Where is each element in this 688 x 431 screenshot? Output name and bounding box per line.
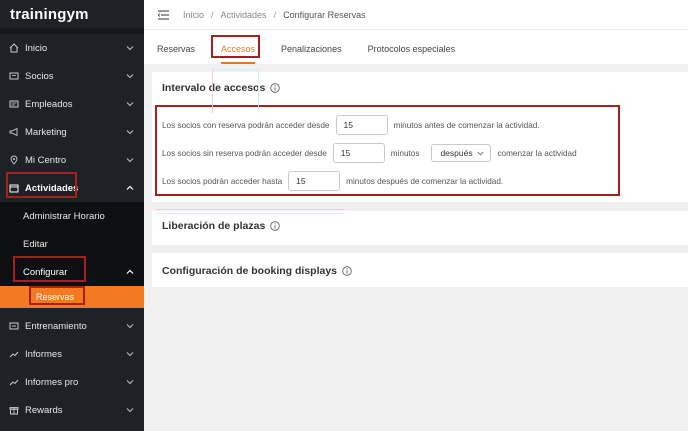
chevron-down-icon: [126, 74, 134, 79]
sidebar-subitem-configurar[interactable]: Configurar: [0, 258, 144, 286]
info-icon[interactable]: [270, 83, 281, 93]
chevron-down-icon: [478, 151, 484, 155]
sidebar-item-label: Entrenamiento: [25, 320, 87, 332]
breadcrumb-separator: /: [211, 9, 214, 20]
chevron-down-icon: [126, 352, 134, 357]
gift-icon: [8, 404, 20, 416]
sidebar-item-mi-centro[interactable]: Mi Centro: [0, 146, 144, 174]
tab-protocolos-especiales[interactable]: Protocolos especiales: [368, 44, 456, 64]
sidebar-subitem-reservas[interactable]: Reservas: [0, 286, 144, 308]
sin-reserva-minutes-input[interactable]: [332, 143, 385, 163]
id-card-icon: [8, 70, 20, 82]
row-con-reserva: Los socios con reserva podrán acceder de…: [162, 111, 678, 139]
tab-reservas[interactable]: Reservas: [157, 44, 195, 64]
booking-displays-title[interactable]: Configuración de booking displays: [162, 265, 678, 277]
sidebar-item-actividades[interactable]: Actividades: [0, 174, 144, 202]
sidebar-item-label: Empleados: [25, 98, 73, 110]
chevron-down-icon: [126, 102, 134, 107]
sidebar-item-inicio[interactable]: Inicio: [0, 34, 144, 62]
chevron-down-icon: [126, 380, 134, 385]
chevron-down-icon: [126, 46, 134, 51]
calendar-icon: [8, 182, 20, 194]
liberacion-plazas-card: Liberación de plazas: [152, 211, 688, 245]
liberacion-plazas-title[interactable]: Liberación de plazas: [162, 220, 678, 232]
sidebar-item-label: Actividades: [25, 182, 79, 194]
info-icon[interactable]: [270, 221, 280, 231]
con-reserva-minutes-input[interactable]: [335, 115, 388, 135]
breadcrumb: Inicio / Actividades / Configurar Reserv…: [144, 0, 688, 30]
actividades-submenu: Administrar Horario Editar Configurar Re…: [0, 202, 144, 308]
breadcrumb-current: Configurar Reservas: [283, 9, 366, 20]
tab-penalizaciones[interactable]: Penalizaciones: [281, 44, 342, 64]
sidebar-item-label: Informes: [25, 348, 62, 360]
sidebar-item-rewards[interactable]: Rewards: [0, 396, 144, 424]
intervalo-accesos-card: Intervalo de accesos Los socios con rese…: [152, 72, 688, 202]
home-icon: [8, 42, 20, 54]
brand-logo[interactable]: trainingym: [0, 0, 144, 28]
breadcrumb-inicio[interactable]: Inicio: [183, 10, 204, 20]
intervalo-accesos-title: Intervalo de accesos: [162, 82, 678, 94]
sidebar-item-socios[interactable]: Socios: [0, 62, 144, 90]
chevron-down-icon: [126, 158, 134, 163]
row-sin-reserva: Los socios sin reserva podrán acceder de…: [162, 139, 678, 167]
before-after-select[interactable]: después: [431, 144, 492, 162]
menu-toggle-icon[interactable]: [158, 9, 169, 20]
sidebar-item-informes-pro[interactable]: Informes pro: [0, 368, 144, 396]
chevron-up-icon: [126, 185, 134, 190]
sidebar-item-label: Mi Centro: [25, 154, 67, 166]
info-icon[interactable]: [342, 266, 352, 276]
breadcrumb-separator: /: [273, 9, 277, 20]
chevron-down-icon: [126, 130, 134, 135]
sidebar-item-entrenamiento[interactable]: Entrenamiento: [0, 312, 144, 340]
sidebar-item-label: Informes pro: [25, 376, 79, 388]
sidebar-subitem-administrar-horario[interactable]: Administrar Horario: [0, 202, 144, 230]
employees-icon: [8, 98, 20, 110]
sidebar-item-empleados[interactable]: Empleados: [0, 90, 144, 118]
dumbbell-icon: [8, 320, 20, 332]
sidebar-item-label: Rewards: [25, 404, 63, 416]
chevron-up-icon: [126, 269, 134, 274]
tab-bar: Reservas Accesos Penalizaciones Protocol…: [144, 30, 688, 64]
location-pin-icon: [8, 154, 20, 166]
chart-line-icon: [8, 376, 20, 388]
sidebar-item-label: Marketing: [25, 126, 67, 138]
chevron-down-icon: [126, 324, 134, 329]
chart-line-icon: [8, 348, 20, 360]
megaphone-icon: [8, 126, 20, 138]
sidebar-item-informes[interactable]: Informes: [0, 340, 144, 368]
chevron-down-icon: [126, 408, 134, 413]
sidebar-item-label: Inicio: [25, 42, 48, 54]
row-hasta: Los socios podrán acceder hasta minutos …: [162, 167, 678, 195]
booking-displays-card: Configuración de booking displays: [152, 253, 688, 287]
sidebar: trainingym Inicio Socios Empleados Marke…: [0, 0, 144, 431]
breadcrumb-actividades[interactable]: Actividades: [221, 10, 267, 20]
tab-accesos[interactable]: Accesos: [221, 44, 256, 64]
sidebar-item-marketing[interactable]: Marketing: [0, 118, 144, 146]
main-content: Inicio / Actividades / Configurar Reserv…: [144, 0, 688, 431]
sidebar-subitem-editar[interactable]: Editar: [0, 230, 144, 258]
hasta-minutes-input[interactable]: [288, 171, 341, 191]
sidebar-item-label: Socios: [25, 70, 54, 82]
